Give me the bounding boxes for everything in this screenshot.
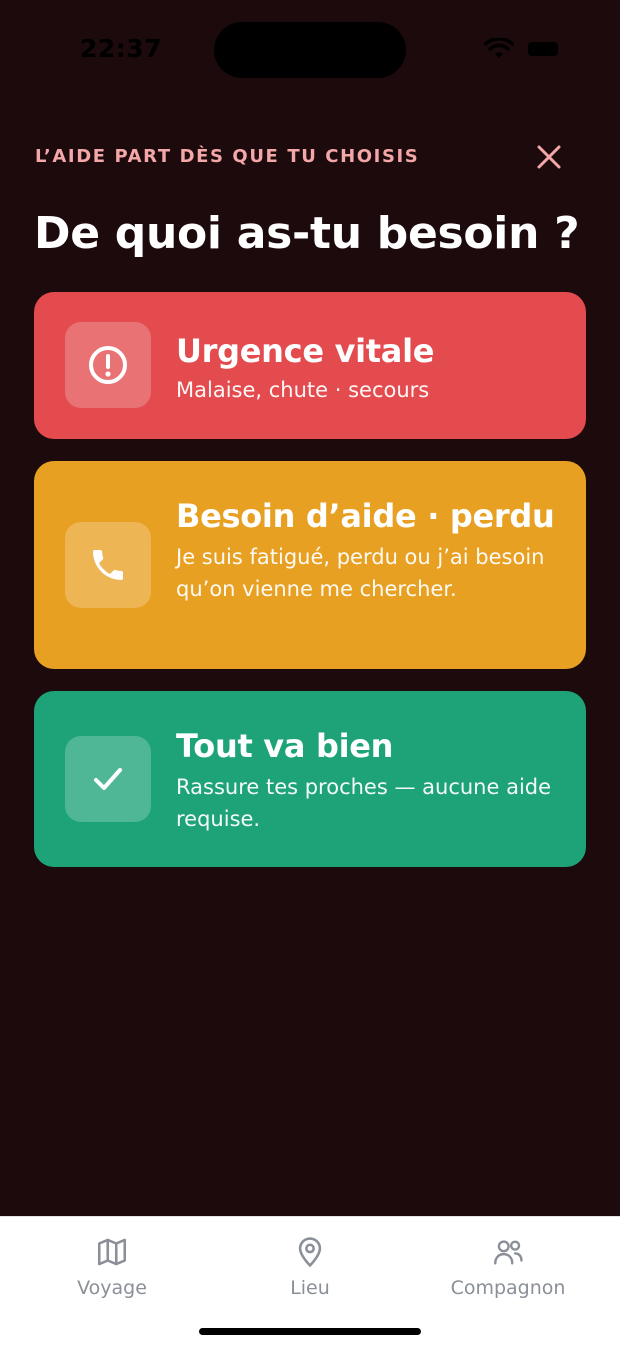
tab-voyage[interactable]: Voyage — [12, 1235, 212, 1299]
card-subtitle: Je suis fatigué, perdu ou j’ai besoin qu… — [176, 545, 545, 601]
card-title: Tout va bien — [176, 727, 394, 765]
close-button[interactable] — [532, 140, 566, 174]
besoin-aide-card[interactable]: Besoin d’aide · perdu Je suis fatigué, p… — [34, 461, 586, 669]
phone-icon — [93, 550, 123, 580]
close-icon — [537, 145, 561, 169]
card-subtitle: Rassure tes proches — aucune aide requis… — [176, 775, 552, 831]
card-title: Besoin d’aide · perdu — [176, 497, 555, 535]
alert-circle-icon — [89, 346, 127, 384]
home-indicator — [199, 1328, 421, 1335]
tab-label: Lieu — [290, 1277, 330, 1299]
urgence-vitale-card[interactable]: Urgence vitale Malaise, chute · secours — [34, 292, 586, 439]
tab-label: Voyage — [77, 1277, 147, 1299]
users-icon — [494, 1240, 523, 1265]
page-title: De quoi as-tu besoin ? — [34, 208, 580, 259]
tab-label: Compagnon — [450, 1277, 566, 1299]
eyebrow-label: L’AIDE PART DÈS QUE TU CHOISIS — [35, 146, 420, 167]
urgence-icon-tile — [65, 322, 151, 408]
ok-icon-tile — [65, 736, 151, 822]
status-time: 22:37 — [80, 34, 163, 63]
besoin-icon-tile — [65, 522, 151, 608]
battery-icon — [528, 42, 558, 56]
tab-compagnon[interactable]: Compagnon — [408, 1235, 608, 1299]
map-pin-icon — [298, 1237, 322, 1268]
tab-lieu[interactable]: Lieu — [210, 1235, 410, 1299]
card-subtitle: Malaise, chute · secours — [176, 378, 430, 402]
wifi-icon — [484, 38, 514, 58]
check-icon — [94, 768, 122, 790]
dynamic-island — [214, 22, 406, 78]
map-icon — [97, 1238, 127, 1266]
card-title: Urgence vitale — [176, 332, 435, 370]
tout-va-bien-card[interactable]: Tout va bien Rassure tes proches — aucun… — [34, 691, 586, 867]
